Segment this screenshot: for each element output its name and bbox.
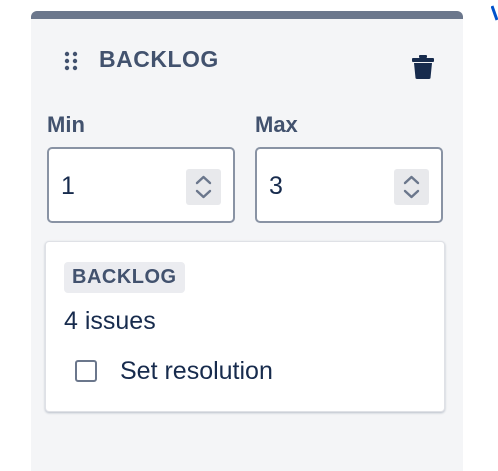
max-value[interactable]: 3	[269, 172, 283, 201]
max-input[interactable]: 3	[255, 147, 443, 223]
min-input[interactable]: 1	[47, 147, 235, 223]
issue-count: 4 issues	[64, 307, 156, 335]
stepper-arrows-icon	[195, 175, 212, 199]
status-lozenge: BACKLOG	[64, 262, 185, 293]
status-card[interactable]: BACKLOG 4 issues Set resolution	[45, 241, 445, 412]
status-column: BACKLOG Min Max 1 3 BACKLOG 4 issues Set…	[31, 11, 463, 471]
column-color-bar	[31, 11, 463, 19]
column-title: BACKLOG	[99, 46, 219, 72]
partial-edge-icon	[491, 5, 498, 21]
min-value[interactable]: 1	[61, 172, 75, 201]
drag-handle-icon[interactable]	[64, 51, 78, 71]
set-resolution-label[interactable]: Set resolution	[120, 357, 273, 386]
max-label: Max	[255, 112, 298, 137]
stepper-arrows-icon	[403, 175, 420, 199]
max-stepper[interactable]	[394, 169, 429, 205]
set-resolution-checkbox[interactable]	[75, 360, 97, 382]
min-stepper[interactable]	[186, 169, 221, 205]
trash-icon[interactable]	[412, 55, 434, 79]
min-label: Min	[47, 112, 85, 137]
column-header: BACKLOG	[31, 19, 463, 99]
